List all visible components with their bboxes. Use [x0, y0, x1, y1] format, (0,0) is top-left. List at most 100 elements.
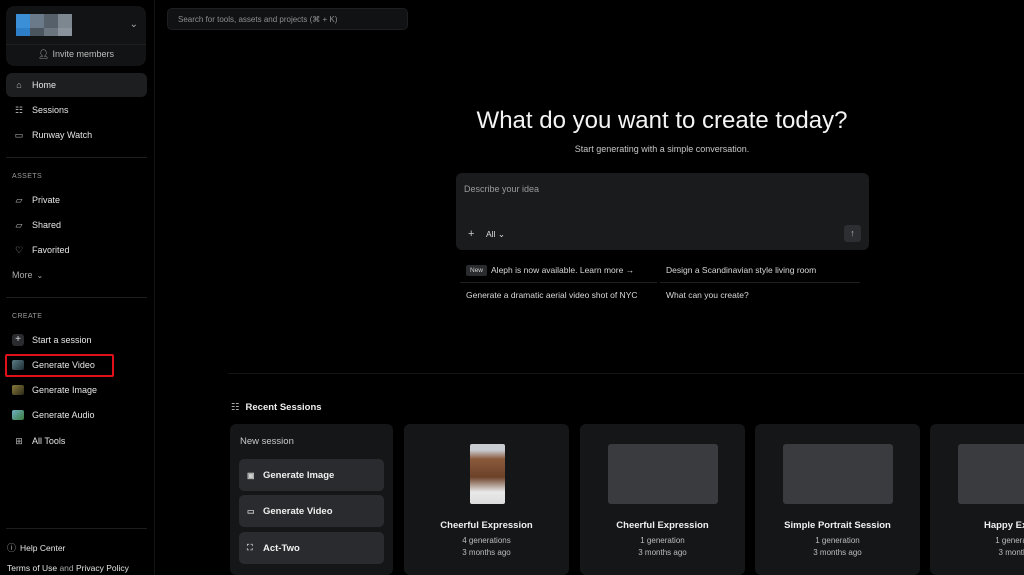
nav-label: Sessions [32, 105, 69, 115]
grid-icon: ⊞ [15, 435, 23, 446]
add-user-icon: 👤︎ [38, 49, 50, 59]
sessions-icon: ☷ [231, 402, 240, 413]
suggestion-aleph[interactable]: New Aleph is now available. Learn more → [466, 265, 634, 276]
nav-item-start-session[interactable]: + Start a session [6, 328, 147, 352]
nav-item-all-tools[interactable]: ⊞ All Tools [6, 429, 147, 453]
nav-label: More [12, 270, 33, 280]
new-session-panel: New session ▣ Generate Image ▭ Generate Vi… [230, 424, 393, 575]
session-card[interactable]: Cheerful Expression 1 generation 3 month… [580, 424, 745, 575]
nav-label: Home [32, 80, 57, 90]
session-title: Simple Portrait Session [784, 520, 891, 531]
help-center-link[interactable]: ⓘ Help Center [7, 541, 65, 554]
new-session-generate-image-button[interactable]: ▣ Generate Image [239, 459, 384, 491]
nav-label: Private [32, 195, 61, 205]
session-card[interactable]: Happy Expre 1 generati 3 month [930, 424, 1024, 575]
and-text: and [59, 563, 74, 573]
workspace-switcher[interactable]: ⌄ 👤︎ Invite members [6, 6, 146, 66]
divider [6, 297, 147, 298]
prompt-box[interactable]: Describe your idea + All ⌄ ↑ [456, 173, 869, 250]
nav-label: Runway Watch [32, 130, 93, 140]
sessions-icon: ☷ [14, 104, 24, 115]
hero-subtitle: Start generating with a simple conversat… [574, 144, 750, 154]
act-two-icon: ⛶ [247, 543, 253, 552]
hero-title: What do you want to create today? [476, 107, 848, 134]
session-generations: 1 generation [815, 536, 860, 545]
terms-link[interactable]: Terms of Use [7, 563, 57, 573]
session-thumbnail [958, 444, 1024, 504]
audio-thumbnail-icon [12, 410, 24, 420]
legal-links: Terms of Use and Privacy Policy [7, 563, 129, 573]
suggestion-scandinavian[interactable]: Design a Scandinavian style living room [666, 265, 816, 275]
chevron-down-icon: ⌄ [497, 229, 505, 239]
new-badge: New [466, 265, 488, 276]
chevron-down-icon[interactable]: ⌄ [130, 19, 138, 30]
suggestion-label: Aleph is now available. Learn more [491, 265, 624, 275]
session-title: Cheerful Expression [440, 520, 533, 531]
highlight-box [5, 354, 114, 377]
divider [6, 44, 146, 45]
session-generations: 4 generations [462, 536, 511, 545]
image-thumbnail-icon [12, 385, 24, 395]
nav-label: Favorited [32, 245, 70, 255]
add-icon[interactable]: + [468, 228, 474, 240]
privacy-link[interactable]: Privacy Policy [76, 563, 129, 573]
search-placeholder: Search for tools, assets and projects (⌘… [178, 15, 338, 24]
nav-label: Generate Audio [32, 410, 95, 420]
nav-label: Shared [32, 220, 62, 230]
nav-label: All Tools [32, 436, 66, 446]
invite-label: Invite members [52, 49, 114, 59]
session-card[interactable]: Simple Portrait Session 1 generation 3 m… [755, 424, 920, 575]
nav-item-home[interactable]: ⌂ Home [6, 73, 147, 97]
button-label: Generate Image [263, 469, 335, 481]
session-thumbnail [783, 444, 893, 504]
divider [6, 157, 147, 158]
nav-label: Generate Image [32, 385, 98, 395]
nav-item-favorited[interactable]: ♡ Favorited [6, 238, 147, 262]
help-icon: ⓘ [7, 543, 17, 553]
home-icon: ⌂ [16, 80, 22, 90]
suggestion-aerial[interactable]: Generate a dramatic aerial video shot of… [466, 290, 638, 300]
session-generations: 1 generation [640, 536, 685, 545]
sidebar: ⌄ 👤︎ Invite members ⌂ Home ☷ Sessions ▭ Runw… [0, 0, 155, 575]
send-arrow-icon[interactable]: ↑ [844, 225, 861, 242]
folder-icon: ▱ [15, 194, 23, 205]
image-icon: ▣ [247, 470, 255, 480]
nav-item-generate-image[interactable]: Generate Image [6, 378, 147, 402]
session-thumbnail [608, 444, 718, 504]
suggestion-what-create[interactable]: What can you create? [666, 290, 749, 300]
nav-item-generate-audio[interactable]: Generate Audio [6, 403, 147, 427]
plus-icon: + [12, 334, 24, 346]
session-time: 3 month [998, 548, 1024, 557]
session-title: Cheerful Expression [616, 520, 709, 531]
divider [228, 373, 1024, 374]
nav-item-sessions[interactable]: ☷ Sessions [6, 98, 147, 122]
new-session-generate-video-button[interactable]: ▭ Generate Video [239, 495, 384, 527]
nav-item-runway-watch[interactable]: ▭ Runway Watch [6, 123, 147, 147]
nav-item-shared[interactable]: ▱ Shared [6, 213, 147, 237]
tv-icon: ▭ [14, 129, 24, 140]
nav-item-more[interactable]: More ⌄ [6, 263, 147, 287]
portrait-thumbnail [470, 444, 505, 504]
divider [660, 282, 860, 283]
invite-members-button[interactable]: 👤︎ Invite members [6, 49, 146, 60]
workspace-logo [16, 14, 78, 36]
button-label: Generate Video [263, 505, 333, 517]
divider [460, 282, 657, 283]
session-generations: 1 generati [995, 536, 1024, 545]
session-title: Happy Expre [983, 520, 1024, 531]
heart-icon: ♡ [14, 244, 24, 255]
new-session-act-two-button[interactable]: ⛶ Act-Two [239, 532, 384, 564]
chevron-down-icon: ⌄ [36, 270, 44, 280]
assets-section-header: ASSETS [12, 173, 43, 180]
divider [6, 528, 147, 529]
session-card[interactable]: Cheerful Expression 4 generations 3 mont… [404, 424, 569, 575]
filter-dropdown[interactable]: All ⌄ [486, 229, 505, 240]
search-input[interactable]: Search for tools, assets and projects (⌘… [167, 8, 408, 30]
prompt-placeholder: Describe your idea [464, 184, 540, 194]
new-session-label: New session [240, 436, 294, 447]
nav-item-private[interactable]: ▱ Private [6, 188, 147, 212]
session-time: 3 months ago [638, 548, 687, 557]
video-icon: ▭ [247, 506, 255, 516]
shared-folder-icon: ▱ [15, 219, 23, 230]
nav-label: Start a session [32, 335, 92, 345]
